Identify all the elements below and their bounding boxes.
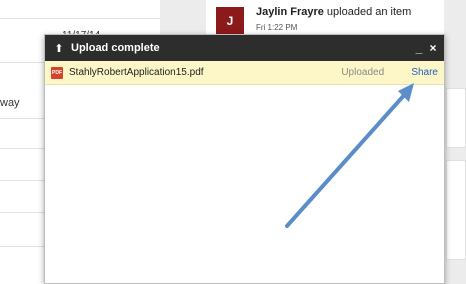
file-name: StahlyRobertApplication15.pdf: [69, 67, 204, 78]
dialog-header: ⬆ Upload complete _ ×: [45, 35, 444, 61]
dialog-title: Upload complete: [71, 42, 160, 54]
avatar[interactable]: J: [216, 7, 244, 35]
background-card: [446, 88, 466, 148]
activity-time: Fri 1:22 PM: [256, 23, 298, 32]
upload-arrow-icon: ⬆: [54, 42, 64, 55]
upload-dialog: ⬆ Upload complete _ × PDF StahlyRobertAp…: [44, 34, 445, 284]
minimize-button[interactable]: _: [412, 41, 426, 55]
background-card: [446, 160, 466, 260]
upload-file-row[interactable]: PDF StahlyRobertApplication15.pdf Upload…: [45, 61, 444, 85]
close-button[interactable]: ×: [426, 41, 440, 55]
upload-status: Uploaded: [341, 67, 385, 78]
activity-text: Jaylin Frayre uploaded an item: [256, 6, 411, 18]
background-divider: [0, 18, 182, 19]
pdf-file-icon: PDF: [51, 66, 63, 79]
share-link[interactable]: Share: [411, 67, 438, 78]
activity-user[interactable]: Jaylin Frayre: [256, 6, 324, 18]
activity-action: uploaded an item: [323, 6, 412, 18]
background-partial-text: way: [0, 97, 20, 109]
